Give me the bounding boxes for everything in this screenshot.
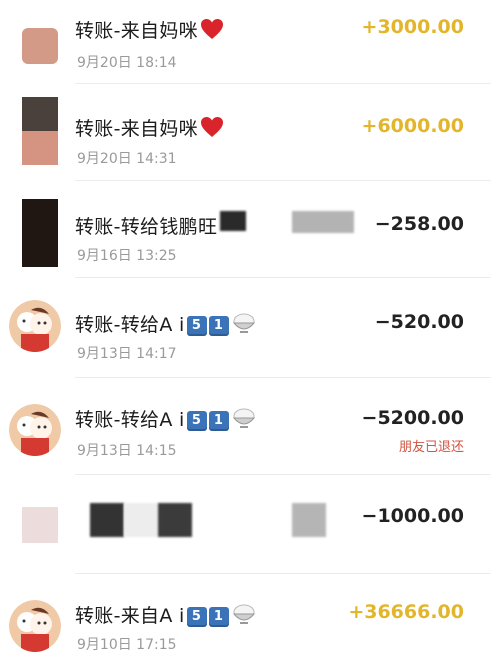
heart-icon (200, 116, 224, 143)
transaction-row[interactable]: 转账-来自妈咪 9月20日 14:31 +6000.00 (0, 84, 491, 181)
redacted-block (292, 503, 326, 537)
transaction-time: 9月20日 18:14 (77, 55, 177, 71)
transaction-amount: −520.00 (374, 311, 464, 333)
transaction-title: 转账-转给钱鹏旺 (75, 216, 218, 238)
transaction-list: 转账-来自妈咪 9月20日 18:14 +3000.00 转账-来自妈咪 9月2… (0, 0, 491, 653)
rice-bowl-icon (232, 312, 256, 339)
keycap-5-icon: 5 (186, 606, 207, 627)
redacted-block (292, 211, 354, 233)
transaction-time: 9月10日 17:15 (77, 637, 177, 653)
transaction-row[interactable]: 转账-来自A i51 9月10日 17:15 +36666.00 (0, 575, 491, 672)
transaction-title: 转账-来自A i51 (75, 601, 256, 630)
transaction-time: 9月13日 14:17 (77, 346, 177, 362)
rice-bowl-icon (232, 407, 256, 434)
transaction-row[interactable]: −1000.00 (0, 477, 491, 574)
transaction-amount: −258.00 (374, 213, 464, 235)
heart-icon (200, 18, 224, 45)
redacted-block (158, 503, 192, 537)
transaction-amount: +3000.00 (361, 16, 464, 38)
keycap-5-icon: 5 (186, 410, 207, 431)
keycap-1-icon: 1 (208, 606, 229, 627)
avatar (22, 507, 58, 543)
refund-status: 朋友已退还 (398, 440, 464, 455)
transaction-row[interactable]: 转账-转给A i51 9月13日 14:17 −520.00 (0, 281, 491, 378)
divider (75, 573, 491, 574)
transaction-title: 转账-来自妈咪 (75, 16, 224, 45)
transaction-time: 9月16日 13:25 (77, 248, 177, 264)
transaction-title: 转账-转给A i51 (75, 310, 256, 339)
avatar (22, 97, 58, 165)
keycap-1-icon: 1 (208, 315, 229, 336)
redacted-block (90, 503, 124, 537)
transaction-amount: +36666.00 (348, 601, 464, 623)
transaction-amount: −5200.00 (361, 407, 464, 429)
avatar (22, 199, 58, 267)
transaction-time: 9月20日 14:31 (77, 151, 177, 167)
transaction-time: 9月13日 14:15 (77, 443, 177, 459)
transaction-title: 转账-转给A i51 (75, 405, 256, 434)
keycap-1-icon: 1 (208, 410, 229, 431)
transaction-amount: −1000.00 (361, 505, 464, 527)
rice-bowl-icon (232, 603, 256, 630)
keycap-5-icon: 5 (186, 315, 207, 336)
divider (75, 277, 491, 278)
redacted-block (124, 503, 158, 537)
avatar (9, 300, 61, 352)
transaction-amount: +6000.00 (361, 115, 464, 137)
avatar (9, 600, 61, 652)
transaction-row[interactable]: 转账-转给钱鹏旺 9月16日 13:25 −258.00 (0, 181, 491, 278)
avatar (22, 28, 58, 64)
transaction-title: 转账-来自妈咪 (75, 114, 224, 143)
redacted-block (220, 211, 246, 231)
divider (75, 474, 491, 475)
avatar (9, 404, 61, 456)
transaction-row[interactable]: 转账-来自妈咪 9月20日 18:14 +3000.00 (0, 0, 491, 84)
transaction-row[interactable]: 转账-转给A i51 9月13日 14:15 −5200.00 朋友已退还 (0, 378, 491, 475)
